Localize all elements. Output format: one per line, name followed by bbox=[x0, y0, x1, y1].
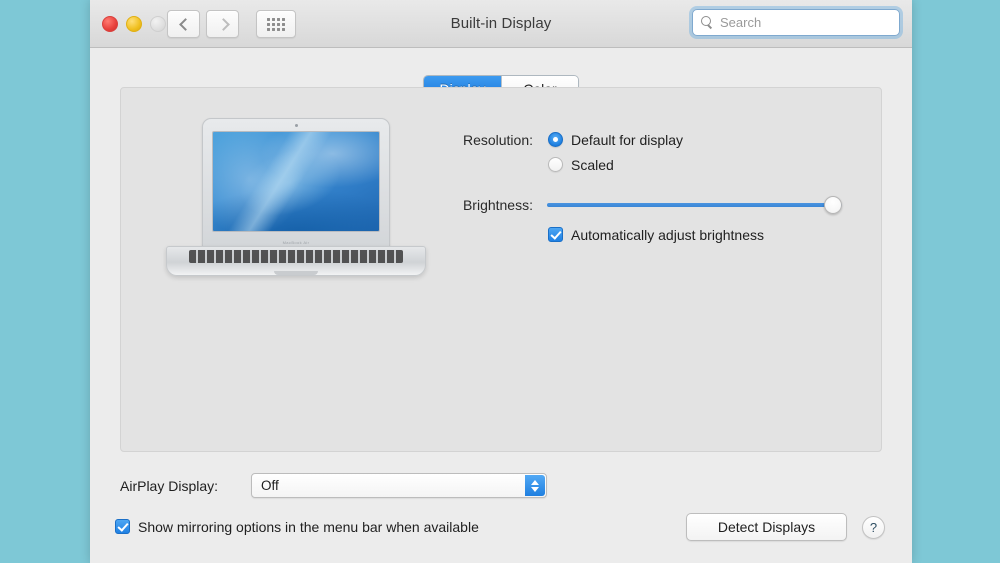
macbook-lid: MacBook Air bbox=[202, 118, 390, 249]
airplay-display-value: Off bbox=[261, 478, 279, 493]
airplay-display-popup-button[interactable]: Off bbox=[251, 473, 547, 498]
radio-scaled-label: Scaled bbox=[571, 157, 614, 173]
checkbox-show-mirroring-options-label: Show mirroring options in the menu bar w… bbox=[138, 519, 479, 535]
popup-stepper-arrows-icon[interactable] bbox=[525, 475, 545, 496]
brightness-slider-knob[interactable] bbox=[824, 196, 842, 214]
checkbox-auto-adjust-brightness[interactable] bbox=[548, 227, 563, 242]
chevron-up-icon bbox=[531, 479, 539, 485]
checkbox-show-mirroring-options[interactable] bbox=[115, 519, 130, 534]
search-icon bbox=[701, 16, 714, 29]
brightness-label: Brightness: bbox=[462, 197, 533, 213]
checkbox-auto-adjust-brightness-label: Automatically adjust brightness bbox=[571, 227, 764, 243]
radio-default-for-display[interactable] bbox=[548, 132, 563, 147]
resolution-label: Resolution: bbox=[462, 132, 533, 148]
macbook-brand-label: MacBook Air bbox=[282, 240, 310, 245]
help-button[interactable]: ? bbox=[862, 516, 885, 539]
window-titlebar: Built-in Display Search bbox=[90, 0, 912, 48]
airplay-display-label: AirPlay Display: bbox=[120, 478, 219, 494]
macbook-preview-image: MacBook Air bbox=[166, 118, 426, 283]
desktop-background: Built-in Display Search Display Color bbox=[0, 0, 1000, 563]
radio-default-for-display-label: Default for display bbox=[571, 132, 684, 148]
search-field-focus-ring: Search bbox=[692, 9, 900, 36]
radio-scaled[interactable] bbox=[548, 157, 563, 172]
camera-icon bbox=[294, 124, 298, 127]
search-placeholder: Search bbox=[720, 15, 762, 30]
detect-displays-button[interactable]: Detect Displays bbox=[686, 513, 847, 541]
brightness-slider[interactable] bbox=[547, 196, 842, 214]
trackpad-notch bbox=[274, 271, 318, 275]
keyboard-illustration bbox=[189, 250, 403, 263]
macbook-screen-wallpaper bbox=[212, 131, 380, 232]
chevron-down-icon bbox=[531, 486, 539, 492]
macbook-base bbox=[166, 246, 426, 276]
system-preferences-window: Built-in Display Search Display Color bbox=[90, 0, 912, 563]
search-input[interactable]: Search bbox=[692, 9, 900, 36]
brightness-slider-track bbox=[547, 203, 842, 207]
display-settings-panel: MacBook Air Resolution: Default for disp… bbox=[120, 87, 882, 452]
